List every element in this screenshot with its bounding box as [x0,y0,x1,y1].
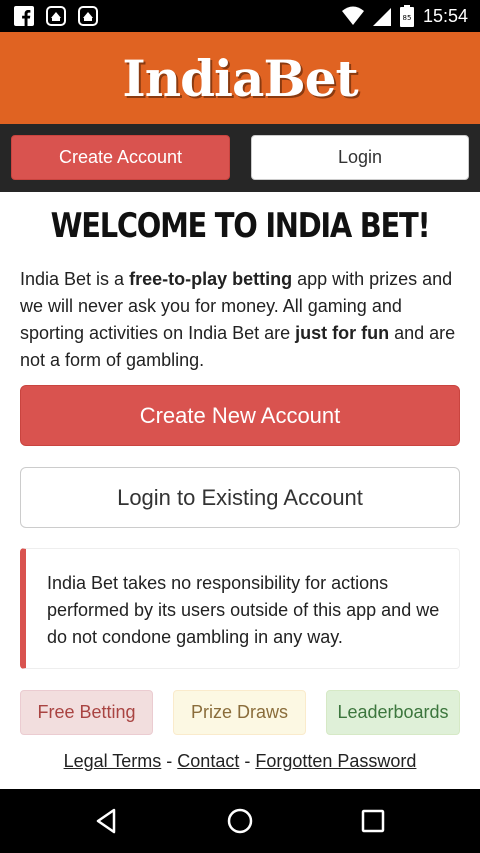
free-betting-badge[interactable]: Free Betting [20,690,153,735]
intro-text-1: India Bet is a [20,269,130,289]
footer-separator: - [161,751,178,771]
create-new-account-button[interactable]: Create New Account [20,385,460,446]
status-time: 15:54 [422,6,468,26]
leaderboards-badge[interactable]: Leaderboards [326,690,460,735]
status-right-icons: 85 15:54 [341,4,468,28]
top-nav-bar: Create Account Login [0,124,480,192]
intro-paragraph: India Bet is a free-to-play betting app … [20,266,466,374]
back-icon[interactable] [93,807,121,835]
nav-create-account-button[interactable]: Create Account [11,135,230,180]
prize-draws-badge[interactable]: Prize Draws [173,690,306,735]
forgotten-password-link[interactable]: Forgotten Password [255,751,416,771]
page-title: WELCOME TO INDIA BET! [50,206,431,246]
home-icon[interactable] [226,807,254,835]
status-bar: 85 15:54 [0,0,480,32]
notification-app-icon [78,6,98,26]
recent-apps-icon[interactable] [359,807,387,835]
disclaimer-text: India Bet takes no responsibility for ac… [47,573,440,647]
signal-icon [372,8,391,26]
wifi-icon [341,6,364,25]
notification-app-icon [46,6,66,26]
brand-header: IndiaBet [0,32,480,124]
status-left-icons [14,6,98,26]
legal-terms-link[interactable]: Legal Terms [64,751,162,771]
svg-text:85: 85 [402,14,411,22]
footer-links: Legal Terms - Contact - Forgotten Passwo… [0,751,480,772]
intro-bold-just-for-fun: just for fun [295,323,390,343]
contact-link[interactable]: Contact [177,751,239,771]
login-existing-account-button[interactable]: Login to Existing Account [20,467,460,528]
disclaimer-notice: India Bet takes no responsibility for ac… [20,548,460,669]
battery-icon: 85 [399,5,414,27]
android-navigation-bar [0,789,480,853]
facebook-icon [14,6,34,26]
intro-bold-free-to-play: free-to-play betting [129,269,293,289]
brand-logo: IndiaBet [122,48,358,108]
footer-separator: - [239,751,256,771]
nav-login-button[interactable]: Login [251,135,469,180]
